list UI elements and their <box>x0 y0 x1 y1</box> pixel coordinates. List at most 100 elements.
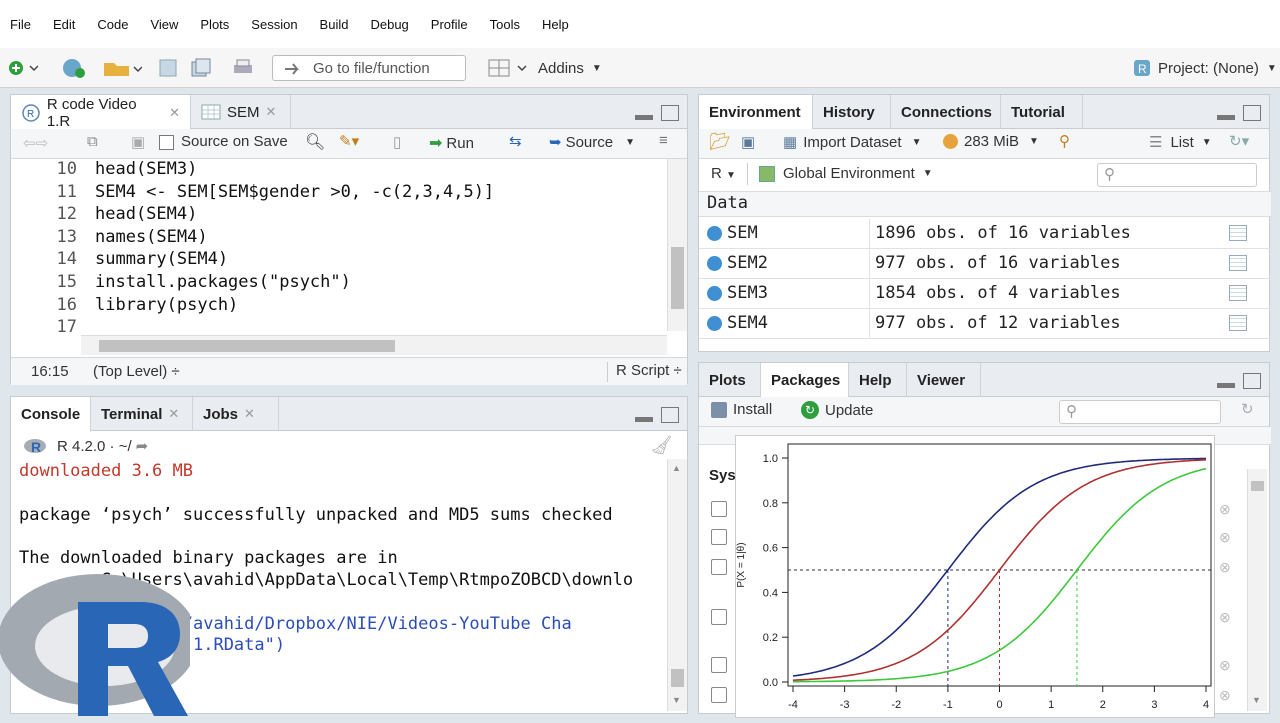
menu-file[interactable]: File <box>10 17 31 32</box>
minimize-icon[interactable] <box>635 115 653 120</box>
menu-profile[interactable]: Profile <box>431 17 468 32</box>
packages-search-input[interactable]: ⚲ <box>1059 400 1221 424</box>
memory-usage-button[interactable]: 283 MiB ▼ <box>943 133 1039 150</box>
outline-icon[interactable]: ≡ <box>659 132 668 149</box>
list-view-button[interactable]: ☰ List ▼ <box>1149 133 1212 152</box>
save-button[interactable] <box>158 56 178 80</box>
addins-button[interactable]: Addins ▼ <box>538 56 602 80</box>
package-checkbox[interactable] <box>711 609 727 625</box>
scroll-thumb[interactable] <box>99 340 395 352</box>
tab-r-code-video[interactable]: R R code Video 1.R ✕ <box>11 95 191 130</box>
code-line[interactable]: names(SEM4) <box>95 227 208 247</box>
search-icon[interactable]: 🔍︎ <box>305 132 325 152</box>
maximize-icon[interactable] <box>661 105 679 121</box>
code-line[interactable]: head(SEM3) <box>95 159 197 179</box>
broom-icon[interactable]: 🧹︎ <box>650 435 673 456</box>
package-checkbox[interactable] <box>711 501 727 517</box>
scroll-thumb[interactable] <box>671 669 684 687</box>
code-line[interactable]: library(psych) <box>95 295 238 315</box>
menu-help[interactable]: Help <box>542 17 569 32</box>
maximize-icon[interactable] <box>661 407 679 423</box>
menu-tools[interactable]: Tools <box>490 17 520 32</box>
menu-code[interactable]: Code <box>97 17 128 32</box>
close-icon[interactable]: ✕ <box>244 406 255 422</box>
menu-edit[interactable]: Edit <box>53 17 75 32</box>
editor-horizontal-scrollbar[interactable] <box>81 335 667 355</box>
tab-jobs[interactable]: Jobs ✕ <box>193 397 279 431</box>
code-line[interactable]: SEM4 <- SEM[SEM$gender >0, -c(2,3,4,5)] <box>95 182 494 202</box>
back-forward-icon[interactable]: ⇦⇨ <box>23 134 48 152</box>
tab-connections[interactable]: Connections <box>891 95 1001 129</box>
tab-plots[interactable]: Plots <box>699 363 761 397</box>
refresh-icon[interactable]: ↻ <box>1241 400 1254 418</box>
tab-terminal[interactable]: Terminal ✕ <box>91 397 193 431</box>
package-checkbox[interactable] <box>711 529 727 545</box>
source-button[interactable]: ➥ Source ▼ <box>549 133 635 152</box>
show-in-window-icon[interactable]: ⧉ <box>87 133 98 150</box>
run-button[interactable]: ➡ Run <box>429 133 474 153</box>
environment-search-input[interactable]: ⚲ <box>1097 163 1257 187</box>
tab-console[interactable]: Console <box>11 397 91 432</box>
close-icon[interactable]: ✕ <box>266 104 277 120</box>
print-button[interactable] <box>232 56 254 80</box>
environment-row[interactable]: SEM4 977 obs. of 12 variables <box>699 309 1271 339</box>
code-line[interactable]: summary(SEM4) <box>95 249 228 269</box>
environment-row[interactable]: SEM3 1854 obs. of 4 variables <box>699 279 1271 309</box>
language-selector[interactable]: R ▼ <box>711 165 736 182</box>
menu-view[interactable]: View <box>150 17 178 32</box>
code-line[interactable]: head(SEM4) <box>95 204 197 224</box>
minimize-icon[interactable] <box>1217 383 1235 388</box>
minimize-icon[interactable] <box>635 417 653 422</box>
code-line[interactable]: install.packages("psych") <box>95 272 351 292</box>
remove-package-icon[interactable]: ⊗ <box>1219 657 1231 674</box>
environment-row[interactable]: SEM 1896 obs. of 16 variables <box>699 219 1271 249</box>
minimize-icon[interactable] <box>1217 115 1235 120</box>
close-icon[interactable]: ✕ <box>168 406 179 422</box>
expand-icon[interactable] <box>707 256 722 271</box>
menu-plots[interactable]: Plots <box>200 17 229 32</box>
broom-icon[interactable]: ⚲ <box>1059 132 1070 150</box>
chevron-down-icon[interactable]: ▼ <box>625 137 635 148</box>
remove-package-icon[interactable]: ⊗ <box>1219 609 1231 626</box>
refresh-icon[interactable]: ↻▾ <box>1229 132 1249 150</box>
update-button[interactable]: ↻ Update <box>801 401 873 419</box>
packages-scrollbar[interactable]: ▼ <box>1247 469 1267 711</box>
menu-session[interactable]: Session <box>251 17 297 32</box>
remove-package-icon[interactable]: ⊗ <box>1219 559 1231 576</box>
goto-file-input[interactable]: Go to file/function <box>272 55 466 81</box>
source-on-save-checkbox[interactable] <box>159 135 174 150</box>
menu-debug[interactable]: Debug <box>370 17 408 32</box>
rerun-icon[interactable]: ⇆ <box>509 132 522 150</box>
remove-package-icon[interactable]: ⊗ <box>1219 687 1231 704</box>
maximize-icon[interactable] <box>1243 105 1261 121</box>
save-icon[interactable]: ▣ <box>741 133 755 151</box>
file-type-selector[interactable]: R Script ÷ <box>607 362 682 382</box>
folder-open-icon[interactable]: 📂︎ <box>709 132 731 152</box>
save-icon[interactable]: ▣ <box>131 133 145 151</box>
view-data-icon[interactable] <box>1229 255 1247 271</box>
view-data-icon[interactable] <box>1229 285 1247 301</box>
view-data-icon[interactable] <box>1229 225 1247 241</box>
new-file-button[interactable] <box>8 56 38 80</box>
pane-layout-button[interactable] <box>488 56 528 80</box>
tab-sem[interactable]: SEM ✕ <box>191 95 291 129</box>
tab-environment[interactable]: Environment <box>699 95 813 130</box>
new-project-button[interactable] <box>60 56 88 80</box>
scroll-thumb[interactable] <box>671 247 684 309</box>
expand-icon[interactable] <box>707 286 722 301</box>
expand-icon[interactable] <box>707 316 722 331</box>
package-checkbox[interactable] <box>711 687 727 703</box>
maximize-icon[interactable] <box>1243 373 1261 389</box>
code-area[interactable]: 10 head(SEM3) 11 SEM4 <- SEM[SEM$gender >0,… <box>11 159 655 431</box>
remove-package-icon[interactable]: ⊗ <box>1219 501 1231 518</box>
editor-vertical-scrollbar[interactable] <box>667 159 687 331</box>
install-button[interactable]: Install <box>711 401 772 418</box>
package-checkbox[interactable] <box>711 657 727 673</box>
scope-selector[interactable]: (Top Level) ÷ <box>93 363 180 380</box>
tab-history[interactable]: History <box>813 95 891 129</box>
remove-package-icon[interactable]: ⊗ <box>1219 529 1231 546</box>
menu-build[interactable]: Build <box>320 17 349 32</box>
go-to-directory-icon[interactable]: ➦ <box>136 437 149 455</box>
environment-row[interactable]: SEM2 977 obs. of 16 variables <box>699 249 1271 279</box>
tab-packages[interactable]: Packages <box>761 363 849 398</box>
